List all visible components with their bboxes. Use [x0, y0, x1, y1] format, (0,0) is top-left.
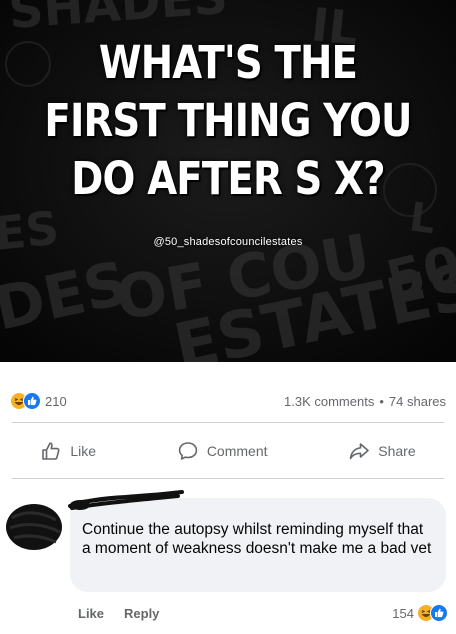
comment-reply-button[interactable]: Reply — [124, 606, 159, 621]
meme-image[interactable]: SHADES IL DES OF COU ESTATES 50 ES L WHA… — [0, 0, 456, 362]
reaction-count: 210 — [45, 393, 67, 409]
meme-title: WHAT'S THE FIRST THING YOU DO AFTER S X? — [32, 34, 424, 208]
comment-reactions[interactable]: 154 — [392, 604, 448, 622]
comment-like-button[interactable]: Like — [78, 606, 104, 621]
comment-text: Continue the autopsy whilst reminding my… — [82, 521, 432, 557]
meme-title-line: FIRST THING YOU — [44, 94, 412, 147]
separator-dot: • — [379, 393, 384, 409]
comment-label: Comment — [206, 443, 268, 459]
thumbs-up-icon — [42, 442, 60, 460]
meme-title-line: WHAT'S THE — [98, 36, 358, 89]
avatar[interactable] — [6, 504, 62, 550]
like-icon — [23, 392, 41, 410]
comments-count[interactable]: 1.3K comments — [284, 394, 374, 409]
svg-text:ES: ES — [0, 200, 61, 260]
comment-bubble: Continue the autopsy whilst reminding my… — [70, 498, 446, 592]
divider — [12, 422, 444, 423]
reactions-summary[interactable]: 210 — [10, 391, 67, 411]
comment-button[interactable]: Comment — [177, 440, 268, 462]
share-arrow-icon — [349, 443, 370, 460]
meme-title-line-3: DO AFTER S X? — [71, 152, 385, 205]
share-button[interactable]: Share — [348, 440, 416, 462]
redacted-name — [68, 490, 184, 510]
reaction-icons — [10, 392, 41, 410]
post-stats: 210 1.3K comments • 74 shares — [0, 362, 456, 420]
post-action-bar: Like Comment Share — [0, 426, 456, 476]
comment: Continue the autopsy whilst reminding my… — [0, 478, 456, 634]
engagement-summary: 1.3K comments • 74 shares — [284, 394, 446, 409]
redacted-avatar — [7, 505, 61, 549]
shares-count[interactable]: 74 shares — [389, 394, 446, 409]
comment-reaction-icons — [417, 604, 448, 622]
comment-reaction-count: 154 — [392, 605, 414, 621]
meme-handle: @50_shadesofcouncilestates — [153, 236, 303, 248]
share-label: Share — [378, 443, 416, 459]
facebook-post: SHADES IL DES OF COU ESTATES 50 ES L WHA… — [0, 0, 456, 634]
like-icon — [430, 604, 448, 622]
like-label: Like — [70, 443, 97, 459]
like-button[interactable]: Like — [40, 440, 96, 462]
speech-bubble-icon — [178, 442, 198, 460]
meme-title-line: DO AFTER S X? — [32, 150, 424, 208]
comment-footer: Like Reply 154 — [78, 604, 448, 622]
